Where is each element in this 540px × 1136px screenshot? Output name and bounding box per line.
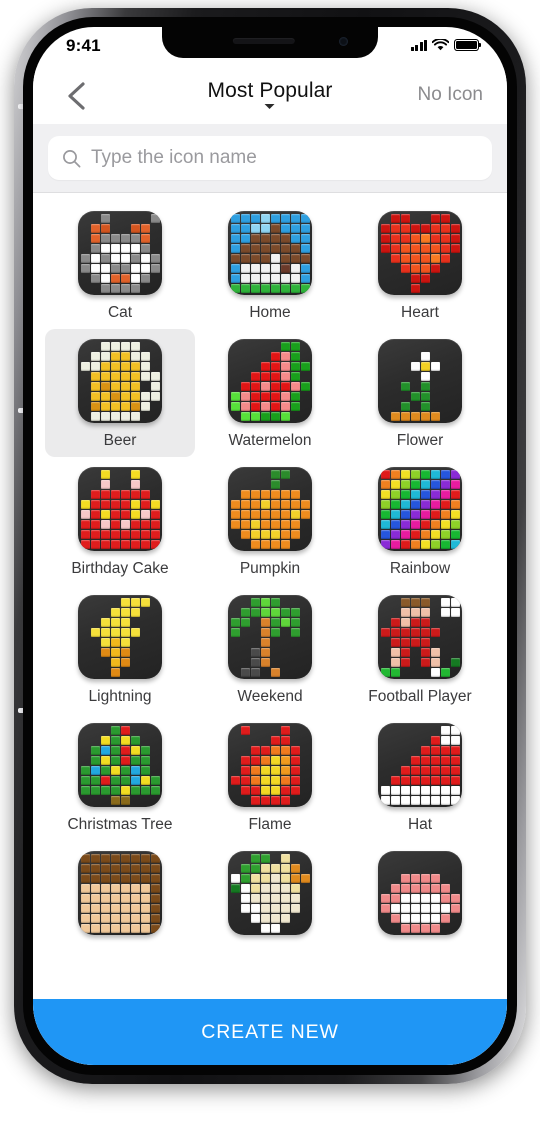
pixel-art-icon bbox=[78, 339, 162, 424]
icon-label: Watermelon bbox=[228, 432, 312, 450]
earpiece-speaker-icon bbox=[232, 38, 295, 44]
icon-cell-hat[interactable]: Hat bbox=[345, 713, 495, 841]
icon-cell-christmas-tree[interactable]: Christmas Tree bbox=[45, 713, 195, 841]
search-input[interactable]: Type the icon name bbox=[48, 136, 492, 180]
pixel-art-icon bbox=[228, 851, 312, 936]
icon-cell[interactable] bbox=[345, 841, 495, 952]
search-section: Type the icon name bbox=[33, 124, 507, 193]
pixel-art-icon bbox=[78, 467, 162, 552]
create-new-button[interactable]: CREATE NEW bbox=[33, 999, 507, 1065]
icon-cell-pumpkin[interactable]: Pumpkin bbox=[195, 457, 345, 585]
pixel-art-icon bbox=[228, 467, 312, 552]
pixel-art-icon bbox=[228, 211, 312, 295]
icon-label: Christmas Tree bbox=[67, 816, 173, 834]
pixel-art-icon bbox=[78, 211, 162, 295]
icon-label: Birthday Cake bbox=[71, 560, 169, 578]
pixel-art-icon bbox=[378, 595, 462, 680]
pixel-art-icon bbox=[378, 339, 462, 424]
no-icon-button[interactable]: No Icon bbox=[418, 84, 483, 106]
page-title: Most Popular bbox=[207, 79, 333, 102]
category-dropdown[interactable]: Most Popular bbox=[208, 79, 333, 109]
icon-label: Beer bbox=[103, 432, 137, 450]
icon-cell[interactable] bbox=[45, 841, 195, 952]
pixel-art-icon bbox=[378, 723, 462, 808]
icon-cell-weekend[interactable]: Weekend bbox=[195, 585, 345, 713]
pixel-art-icon bbox=[378, 851, 462, 936]
icon-label: Cat bbox=[107, 304, 133, 321]
icon-list-scroll[interactable]: Cat Home Heart Beer Watermelon Flower Birthday… bbox=[33, 193, 507, 1065]
icon-cell-lightning[interactable]: Lightning bbox=[45, 585, 195, 713]
icon-label: Hat bbox=[407, 816, 433, 834]
front-camera-icon bbox=[339, 37, 348, 46]
phone-frame: 9:41 Most Popular No Icon Type the icon … bbox=[14, 8, 526, 1084]
back-button[interactable] bbox=[63, 80, 93, 112]
icon-label: Heart bbox=[401, 304, 439, 321]
icon-label: Weekend bbox=[237, 688, 303, 706]
pixel-art-icon bbox=[228, 595, 312, 680]
navigation-header: Most Popular No Icon bbox=[33, 67, 507, 124]
icon-cell-watermelon[interactable]: Watermelon bbox=[195, 329, 345, 457]
create-new-label: CREATE NEW bbox=[201, 1020, 339, 1043]
icon-cell-beer[interactable]: Beer bbox=[45, 329, 195, 458]
status-icons bbox=[410, 39, 482, 51]
status-time: 9:41 bbox=[66, 36, 101, 55]
icon-cell-cat[interactable]: Cat bbox=[45, 201, 195, 329]
search-placeholder: Type the icon name bbox=[91, 147, 257, 168]
icon-cell-home[interactable]: Home bbox=[195, 201, 345, 329]
battery-icon bbox=[454, 39, 482, 51]
pixel-art-icon bbox=[378, 467, 462, 552]
icon-cell-flower[interactable]: Flower bbox=[345, 329, 495, 457]
pixel-art-icon bbox=[228, 723, 312, 808]
icon-cell[interactable] bbox=[195, 841, 345, 952]
chevron-down-icon bbox=[265, 104, 275, 109]
icon-label: Lightning bbox=[88, 688, 152, 706]
wifi-icon bbox=[432, 39, 449, 51]
icon-grid: Cat Home Heart Beer Watermelon Flower Birthday… bbox=[33, 193, 507, 952]
pixel-art-icon bbox=[78, 723, 162, 808]
icon-label: Flower bbox=[396, 432, 444, 450]
icon-cell-birthday-cake[interactable]: Birthday Cake bbox=[45, 457, 195, 585]
pixel-art-icon bbox=[78, 851, 162, 936]
icon-cell-flame[interactable]: Flame bbox=[195, 713, 345, 841]
icon-cell-heart[interactable]: Heart bbox=[345, 201, 495, 329]
pixel-art-icon bbox=[378, 211, 462, 295]
pixel-art-icon bbox=[78, 595, 162, 680]
icon-label: Rainbow bbox=[389, 560, 451, 578]
icon-cell-rainbow[interactable]: Rainbow bbox=[345, 457, 495, 585]
phone-screen: 9:41 Most Popular No Icon Type the icon … bbox=[33, 27, 507, 1065]
icon-label: Football Player bbox=[368, 688, 472, 706]
icon-label: Home bbox=[249, 304, 291, 321]
notch bbox=[162, 27, 378, 58]
chevron-left-icon bbox=[68, 82, 85, 110]
icon-label: Flame bbox=[248, 816, 292, 834]
phone-bezel: 9:41 Most Popular No Icon Type the icon … bbox=[23, 17, 517, 1075]
icon-cell-football-player[interactable]: Football Player bbox=[345, 585, 495, 713]
search-icon bbox=[63, 149, 81, 167]
icon-label: Pumpkin bbox=[239, 560, 301, 578]
pixel-art-icon bbox=[228, 339, 312, 424]
signal-bars-icon bbox=[410, 39, 427, 51]
